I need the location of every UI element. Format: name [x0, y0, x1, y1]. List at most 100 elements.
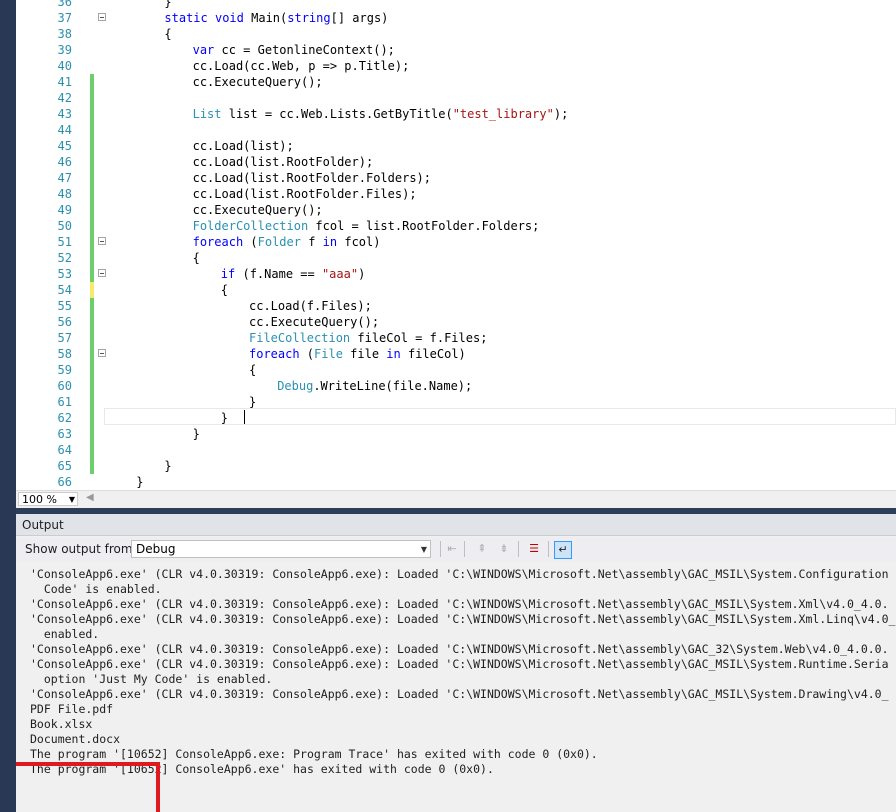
code-line[interactable]: 62} [16, 410, 896, 426]
code-line[interactable]: 45 cc.Load(list); [16, 138, 896, 154]
toolbar-separator [464, 541, 465, 557]
line-number: 53 [57, 267, 72, 281]
output-line: 'ConsoleApp6.exe' (CLR v4.0.30319: Conso… [30, 657, 889, 671]
output-line: Code' is enabled. [30, 582, 162, 596]
code-line[interactable]: 48 cc.Load(list.RootFolder.Files); [16, 186, 896, 202]
zoom-level-select[interactable]: 100 % ▼ [18, 492, 78, 506]
change-indicator [90, 186, 94, 202]
code-line[interactable]: 64 [16, 442, 896, 458]
code-text: } [164, 459, 172, 473]
code-line[interactable]: 63} [16, 426, 896, 442]
previous-message-icon[interactable]: ⇞ [474, 541, 490, 557]
code-line[interactable]: 65} [16, 458, 896, 474]
output-line: option 'Just My Code' is enabled. [30, 672, 273, 686]
clear-all-icon[interactable]: ☰ [526, 541, 542, 557]
code-line[interactable]: 55 cc.Load(f.Files); [16, 298, 896, 314]
code-line[interactable]: 49 cc.ExecuteQuery(); [16, 202, 896, 218]
code-text: cc.ExecuteQuery(); [192, 75, 323, 89]
code-text: { [220, 283, 229, 297]
code-text: if (f.Name == "aaa") [220, 267, 366, 281]
code-line[interactable]: 52 { [16, 250, 896, 266]
line-number: 65 [57, 459, 72, 473]
code-text: cc.Load(list); [192, 139, 294, 153]
code-editor[interactable]: 36} 37 static void Main(string[] args) 38{3… [16, 0, 896, 490]
change-indicator [90, 442, 94, 458]
scroll-left-icon[interactable]: ◀ [86, 492, 94, 503]
line-number: 44 [57, 123, 72, 137]
code-line[interactable]: 50 FolderCollection fcol = list.RootFolde… [16, 218, 896, 234]
code-line[interactable]: 53 if (f.Name == "aaa") [16, 266, 896, 282]
change-indicator [90, 458, 94, 474]
code-line[interactable]: 56 cc.ExecuteQuery(); [16, 314, 896, 330]
collapse-icon[interactable] [98, 349, 106, 357]
code-text: List list = cc.Web.Lists.GetByTitle("tes… [192, 107, 569, 121]
code-text: cc.Load(list.RootFolder.Folders); [192, 171, 432, 185]
code-line[interactable]: 39 var cc = GetonlineContext(); [16, 42, 896, 58]
line-number: 55 [57, 299, 72, 313]
code-line[interactable]: 61} [16, 394, 896, 410]
line-number: 63 [57, 427, 72, 441]
code-line[interactable]: 44 [16, 122, 896, 138]
code-text: foreach (File file in fileCol) [249, 347, 466, 361]
line-number: 42 [57, 91, 72, 105]
highlight-annotation-box [16, 762, 160, 812]
editor-status-bar: 100 % ▼ ◀ [16, 490, 896, 508]
change-indicator [90, 250, 94, 266]
find-message-icon[interactable]: ⇤ [444, 541, 460, 557]
line-number: 40 [57, 59, 72, 73]
show-output-label: Show output from: [25, 542, 137, 556]
change-indicator [90, 154, 94, 170]
line-number: 49 [57, 203, 72, 217]
code-line[interactable]: 46 cc.Load(list.RootFolder); [16, 154, 896, 170]
code-line[interactable]: 41 cc.ExecuteQuery(); [16, 74, 896, 90]
code-text: } [136, 475, 144, 489]
code-line[interactable]: 38 { [16, 26, 896, 42]
code-text: FileCollection fileCol = f.Files; [249, 331, 488, 345]
collapse-icon[interactable] [98, 13, 106, 21]
code-text: var cc = GetonlineContext(); [192, 43, 395, 57]
code-line[interactable]: 59 { [16, 362, 896, 378]
code-line[interactable]: 51 foreach (Folder f in fcol) [16, 234, 896, 250]
code-text: cc.Load(list.RootFolder); [192, 155, 374, 169]
line-number: 57 [57, 331, 72, 345]
zoom-value: 100 % [22, 493, 57, 506]
collapse-icon[interactable] [98, 269, 106, 277]
code-text: cc.Load(list.RootFolder.Files); [192, 187, 417, 201]
word-wrap-icon[interactable]: ↵ [554, 541, 572, 559]
change-indicator [90, 218, 94, 234]
code-line[interactable]: 47 cc.Load(list.RootFolder.Folders); [16, 170, 896, 186]
chevron-down-icon: ▼ [68, 495, 75, 504]
line-number: 39 [57, 43, 72, 57]
toolbar-separator [518, 541, 519, 557]
line-number: 50 [57, 219, 72, 233]
line-number: 59 [57, 363, 72, 377]
code-line[interactable]: 40 cc.Load(cc.Web, p => p.Title); [16, 58, 896, 74]
change-indicator [90, 378, 94, 394]
next-message-icon[interactable]: ⇟ [496, 541, 512, 557]
change-indicator [90, 410, 94, 426]
left-dock-strip [0, 0, 16, 812]
code-line[interactable]: 42 [16, 90, 896, 106]
output-source-select[interactable]: Debug ▼ [131, 540, 431, 558]
code-line[interactable]: 43 List list = cc.Web.Lists.GetByTitle("t… [16, 106, 896, 122]
change-indicator [90, 234, 94, 250]
code-text: FolderCollection fcol = list.RootFolder.… [192, 219, 540, 233]
change-indicator [90, 122, 94, 138]
code-line[interactable]: 57 FileCollection fileCol = f.Files; [16, 330, 896, 346]
change-indicator [90, 90, 94, 106]
code-line[interactable]: 66} [16, 474, 896, 490]
code-line[interactable]: 54 { [16, 282, 896, 298]
code-text: } [220, 411, 229, 425]
line-number: 38 [57, 27, 72, 41]
code-text: { [249, 363, 257, 377]
output-line: Document.docx [30, 732, 121, 746]
code-line[interactable]: 36} [16, 0, 896, 10]
output-text-area[interactable]: 'ConsoleApp6.exe' (CLR v4.0.30319: Conso… [16, 562, 896, 812]
collapse-icon[interactable] [98, 237, 106, 245]
code-line[interactable]: 60 Debug.WriteLine(file.Name); [16, 378, 896, 394]
line-number: 46 [57, 155, 72, 169]
change-indicator [90, 138, 94, 154]
line-number: 47 [57, 171, 72, 185]
code-line[interactable]: 37 static void Main(string[] args) [16, 10, 896, 26]
code-line[interactable]: 58 foreach (File file in fileCol) [16, 346, 896, 362]
